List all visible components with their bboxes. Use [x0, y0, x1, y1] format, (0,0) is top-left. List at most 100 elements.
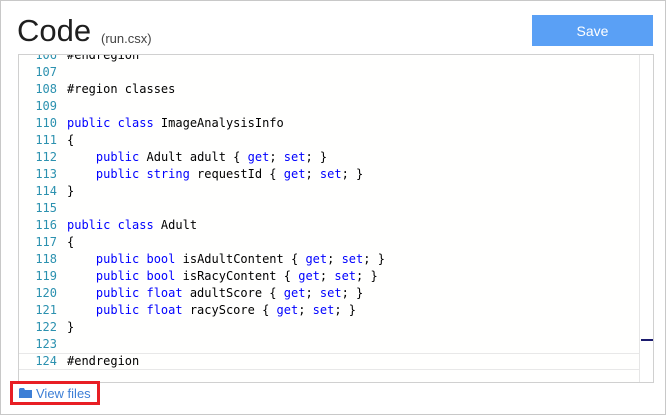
keyword-token: public bool [95, 269, 176, 283]
keyword-token: public string [95, 167, 190, 181]
code-token: { [67, 235, 75, 249]
code-token: ; [319, 269, 335, 283]
line-number: 107 [35, 65, 57, 79]
view-files-link[interactable]: View files [10, 381, 100, 405]
code-token: } [67, 184, 75, 198]
keyword-token: get [305, 252, 328, 266]
code-token: ; } [341, 167, 364, 181]
code-token: Adult [153, 218, 198, 232]
code-token: ; [305, 167, 320, 181]
line-source: public bool isAdultContent { get; set; } [67, 251, 385, 268]
code-line[interactable]: 116 public class Adult [19, 217, 639, 234]
code-line[interactable]: 120 public float adultScore { get; set; … [19, 285, 639, 302]
keyword-token: set [319, 167, 342, 181]
keyword-token: set [319, 286, 342, 300]
line-source: public bool isRacyContent { get; set; } [67, 268, 378, 285]
line-source: #endregion [67, 354, 139, 369]
line-number: 106 [35, 54, 57, 62]
code-line[interactable]: 108 #region classes [19, 81, 639, 98]
code-token: Adult adult { [139, 150, 248, 164]
file-name-label: (run.csx) [101, 31, 152, 46]
code-token: ; [298, 303, 313, 317]
line-source: { [67, 234, 74, 251]
keyword-token: get [283, 167, 306, 181]
keyword-token: public bool [95, 252, 176, 266]
keyword-token: set [334, 269, 357, 283]
keyword-token: public float [95, 303, 183, 317]
line-number: 123 [35, 337, 57, 351]
editor-scrollbar[interactable] [639, 55, 653, 382]
line-source: public class Adult [67, 217, 197, 234]
keyword-token: public [95, 150, 140, 164]
line-source: #region classes [67, 81, 175, 98]
code-editor[interactable]: 106 #endregion 107 108 #region classes 109 110… [18, 54, 654, 383]
code-panel: Code (run.csx) Save 106 #endregion 107 108 #… [0, 0, 666, 415]
line-number: 108 [35, 82, 57, 96]
code-line[interactable]: 111 { [19, 132, 639, 149]
code-token: ; } [305, 150, 328, 164]
code-line[interactable]: 107 [19, 64, 639, 81]
code-token: ; [305, 286, 320, 300]
line-source: public float adultScore { get; set; } [67, 285, 363, 302]
keyword-token: public class [67, 218, 154, 232]
code-line[interactable]: 112 public Adult adult { get; set; } [19, 149, 639, 166]
code-line[interactable]: 124 #endregion [19, 353, 639, 370]
line-number: 115 [35, 201, 57, 215]
save-button[interactable]: Save [532, 15, 653, 46]
keyword-token: get [298, 269, 320, 283]
code-token: ; [269, 150, 284, 164]
folder-icon [19, 388, 32, 398]
line-source: } [67, 319, 74, 336]
line-source: public string requestId { get; set; } [67, 166, 363, 183]
line-source: } [67, 183, 74, 200]
line-number: 124 [35, 354, 57, 368]
code-line[interactable]: 123 [19, 336, 639, 353]
code-lines[interactable]: 106 #endregion 107 108 #region classes 109 110… [19, 54, 639, 370]
code-token: requestId { [189, 167, 284, 181]
code-line[interactable]: 117 { [19, 234, 639, 251]
code-token: #region classes [67, 82, 176, 96]
code-token: } [67, 320, 75, 334]
code-token: adultScore { [182, 286, 284, 300]
keyword-token: get [247, 150, 270, 164]
view-files-label: View files [36, 385, 91, 401]
code-line[interactable]: 114} [19, 183, 639, 200]
code-token: ; } [334, 303, 357, 317]
code-line[interactable]: 121 public float racyScore { get; set; } [19, 302, 639, 319]
code-line[interactable]: 110 public class ImageAnalysisInfo [19, 115, 639, 132]
keyword-token: set [341, 252, 364, 266]
line-number: 113 [35, 167, 57, 181]
line-number: 114 [35, 184, 57, 198]
line-number: 111 [35, 133, 57, 147]
line-number: 119 [35, 269, 57, 283]
line-number: 120 [35, 286, 57, 300]
line-number: 122 [35, 320, 57, 334]
keyword-token: public class [67, 116, 154, 130]
code-token: ; } [363, 252, 385, 266]
line-source: public class ImageAnalysisInfo [67, 115, 284, 132]
line-number: 116 [35, 218, 57, 232]
keyword-token: public float [95, 286, 183, 300]
keyword-token: get [276, 303, 299, 317]
code-line[interactable]: 118 public bool isAdultContent { get; se… [19, 251, 639, 268]
code-line[interactable]: 106 #endregion [19, 54, 639, 64]
code-token: ; [327, 252, 342, 266]
line-number: 110 [35, 116, 57, 130]
code-line[interactable]: 113 public string requestId { get; set; … [19, 166, 639, 183]
code-line[interactable]: 119 public bool isRacyContent { get; set… [19, 268, 639, 285]
line-number: 109 [35, 99, 57, 113]
line-source: public float racyScore { get; set; } [67, 302, 356, 319]
code-line[interactable]: 109 [19, 98, 639, 115]
line-number: 112 [35, 150, 57, 164]
code-token: ; } [356, 269, 378, 283]
code-token: ImageAnalysisInfo [153, 116, 284, 130]
code-line[interactable]: 122} [19, 319, 639, 336]
code-line[interactable]: 115 [19, 200, 639, 217]
code-token: { [67, 133, 75, 147]
code-token: isAdultContent { [175, 252, 306, 266]
